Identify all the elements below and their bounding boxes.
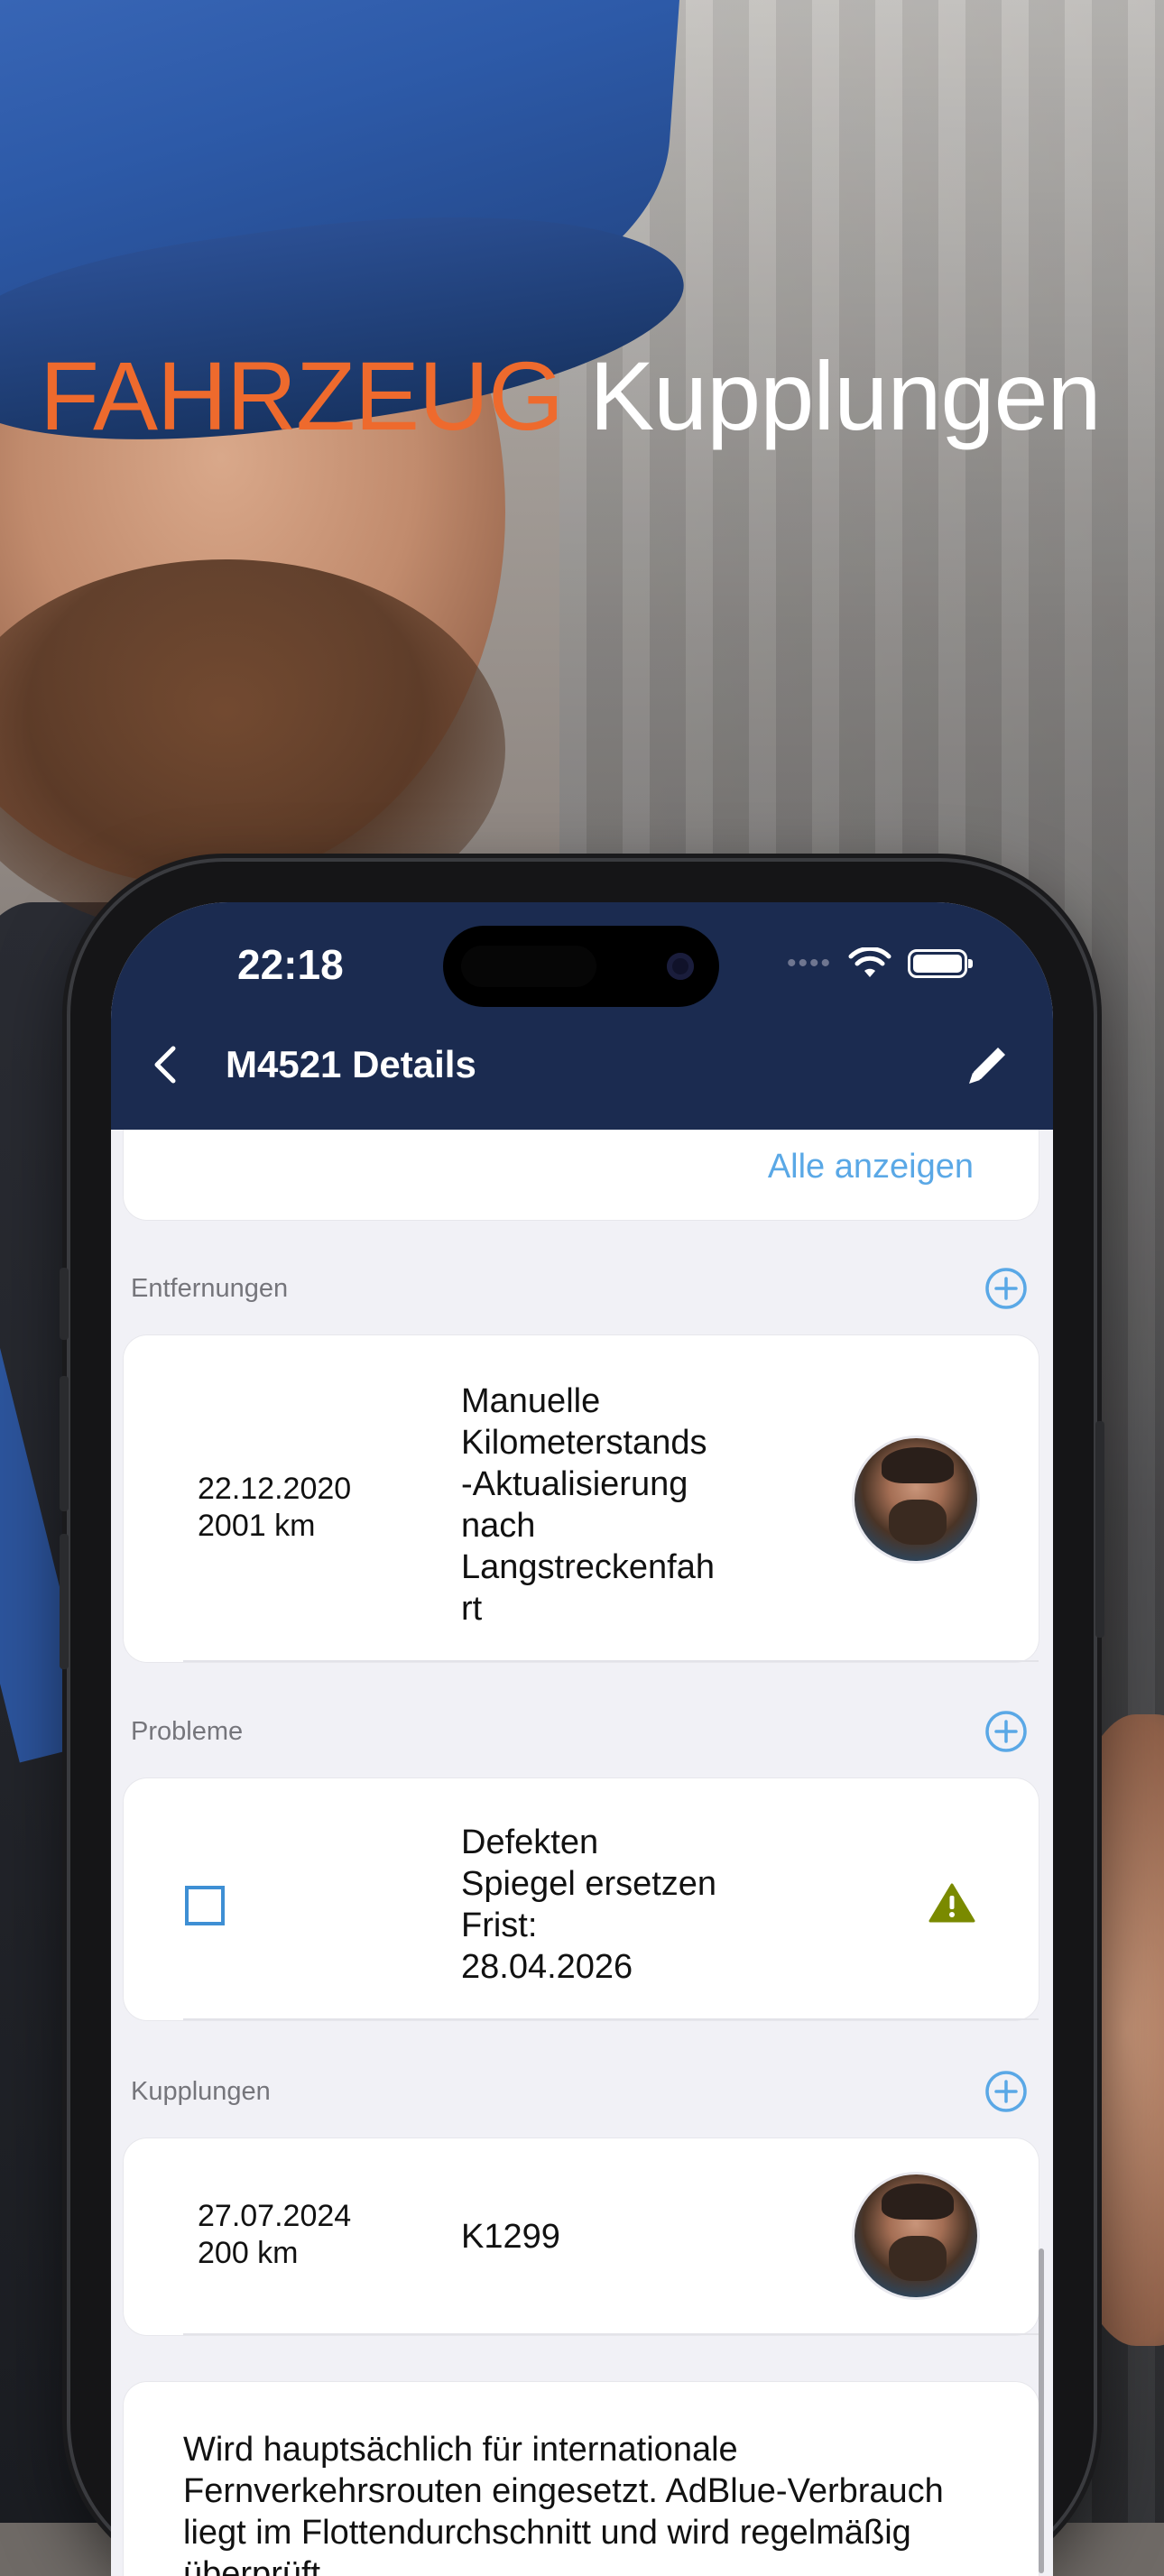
chevron-left-icon (154, 1046, 176, 1084)
avatar (855, 1438, 977, 1561)
section-label-removals: Entfernungen (131, 1274, 289, 1303)
battery-icon (908, 949, 973, 978)
add-problem-button[interactable] (984, 1710, 1028, 1753)
removal-card[interactable]: 22.12.2020 2001 km Manuelle Kilometersta… (124, 1335, 1039, 1662)
problem-description: Defekten Spiegel ersetzen Frist: 28.04.2… (461, 1824, 717, 1986)
phone-frame: 22:18 •••• M4521 Details Alle anzeigen E… (60, 862, 1104, 2576)
removal-date-block: 22.12.2020 2001 km (198, 1471, 351, 1545)
pencil-icon (969, 1048, 1005, 1084)
page-title: M4521 Details (226, 1043, 476, 1085)
coupling-km: 200 km (198, 2236, 299, 2270)
promo-headline: FAHRZEUG Kupplungen (40, 347, 1102, 445)
edit-button[interactable] (959, 1036, 1017, 1094)
warning-triangle-icon (928, 1883, 975, 1923)
problem-checkbox[interactable] (185, 1886, 225, 1925)
status-time: 22:18 (237, 941, 344, 988)
status-indicators: •••• (786, 947, 973, 980)
app-screen: 22:18 •••• M4521 Details Alle anzeigen E… (111, 902, 1053, 2576)
dynamic-island (443, 926, 719, 1007)
coupling-date: 27.07.2024 (198, 2199, 352, 2233)
coupling-card[interactable]: 27.07.2024 200 km K1299 (124, 2138, 1039, 2335)
show-all-link[interactable]: Alle anzeigen (768, 1148, 974, 1186)
section-label-couplings: Kupplungen (131, 2077, 271, 2106)
section-label-problems: Probleme (131, 1717, 244, 1746)
details-scroll-content[interactable]: Alle anzeigen Entfernungen 22.12.2020 20… (111, 1130, 1053, 2576)
removal-km: 2001 km (198, 1509, 316, 1543)
wifi-icon (848, 947, 891, 977)
headline-accent: FAHRZEUG (40, 341, 564, 450)
navigation-bar: 22:18 •••• M4521 Details (111, 902, 1053, 1130)
add-removal-button[interactable] (984, 1267, 1028, 1310)
coupling-date-block: 27.07.2024 200 km (198, 2198, 351, 2272)
cellular-icon: •••• (786, 948, 832, 978)
problem-card[interactable]: Defekten Spiegel ersetzen Frist: 28.04.2… (124, 1778, 1039, 2020)
removal-date: 22.12.2020 (198, 1472, 352, 1506)
scrollbar[interactable] (1039, 2248, 1044, 2573)
vehicle-note: Wird hauptsächlich für internationale Fe… (183, 2431, 944, 2576)
avatar (855, 2174, 977, 2297)
back-button[interactable] (138, 1038, 192, 1092)
previous-section-card: Alle anzeigen (124, 1130, 1039, 1220)
removal-description: Manuelle Kilometerstands -Aktualisierung… (461, 1382, 715, 1628)
headline-main: Kupplungen (589, 341, 1102, 450)
add-coupling-button[interactable] (984, 2070, 1028, 2113)
note-card: Wird hauptsächlich für internationale Fe… (124, 2382, 1039, 2576)
coupling-code: K1299 (461, 2218, 560, 2256)
